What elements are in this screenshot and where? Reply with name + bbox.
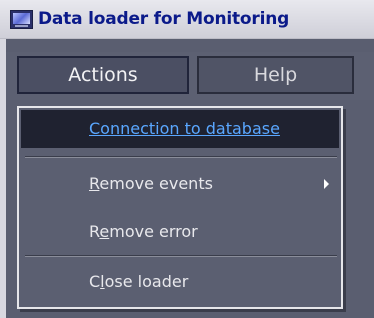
menu-separator xyxy=(25,255,337,257)
app-window: Data loader for Monitoring Actions Help … xyxy=(0,0,374,318)
menu-actions[interactable]: Actions xyxy=(17,56,189,94)
monitor-screen-graphic xyxy=(13,13,30,24)
menu-item-connection-to-database[interactable]: Connection to database xyxy=(21,110,339,148)
menu-item-remove-events[interactable]: Remove events xyxy=(21,165,339,203)
mnemonic-char: e xyxy=(99,222,110,241)
submenu-arrow-icon xyxy=(324,179,329,189)
mnemonic-char: l xyxy=(100,272,105,291)
menu-item-label: Remove events xyxy=(89,174,213,193)
actions-dropdown-menu: Connection to database Remove events Rem… xyxy=(17,106,343,309)
menu-item-label: Remove error xyxy=(89,222,198,241)
menu-help[interactable]: Help xyxy=(197,56,354,94)
menu-separator xyxy=(25,156,337,158)
menu-item-remove-error[interactable]: Remove error xyxy=(21,213,339,251)
menu-item-label: Close loader xyxy=(89,272,189,291)
monitor-base-graphic xyxy=(15,25,28,27)
menu-item-label: Connection to database xyxy=(89,119,280,138)
title-bar[interactable]: Data loader for Monitoring xyxy=(0,0,374,39)
mnemonic-char: R xyxy=(89,174,100,193)
window-title: Data loader for Monitoring xyxy=(38,9,290,29)
menu-item-close-loader[interactable]: Close loader xyxy=(21,263,339,301)
monitor-app-icon[interactable] xyxy=(10,10,33,29)
